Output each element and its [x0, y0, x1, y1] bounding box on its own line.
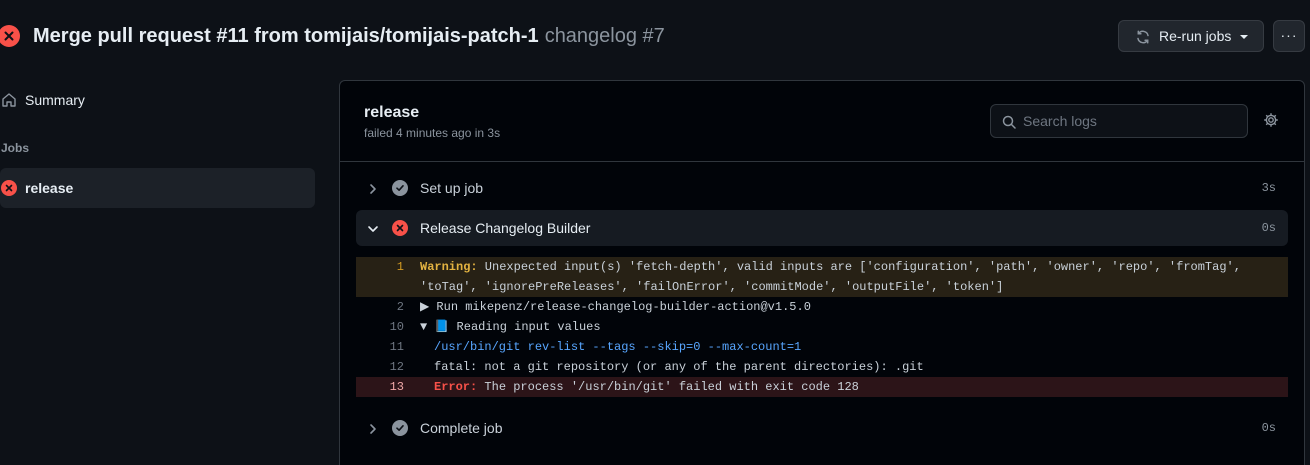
error-prefix: Error: — [434, 380, 478, 394]
log-line-number[interactable]: 11 — [356, 337, 404, 357]
step-label: Release Changelog Builder — [420, 220, 591, 236]
step-set-up-job[interactable]: Set up job 3s — [356, 170, 1288, 206]
log-line: 13 Error: The process '/usr/bin/git' fai… — [356, 377, 1288, 397]
home-icon — [1, 92, 17, 113]
step-log-output: 1 Warning: Unexpected input(s) 'fetch-de… — [356, 257, 1288, 397]
log-line[interactable]: 10 ▼ 📘 Reading input values — [356, 317, 1288, 337]
kebab-horizontal-icon: ··· — [1280, 27, 1298, 43]
step-duration: 3s — [1261, 181, 1276, 195]
step-duration: 0s — [1261, 221, 1276, 235]
sidebar-item-summary[interactable]: Summary — [0, 88, 315, 112]
check-circle-icon — [392, 180, 408, 196]
job-title: release — [364, 104, 420, 121]
log-line: 11 /usr/bin/git rev-list --tags --skip=0… — [356, 337, 1288, 357]
log-command-text: /usr/bin/git rev-list --tags --skip=0 --… — [434, 340, 802, 354]
failure-status-icon — [1, 180, 17, 196]
workflow-name[interactable]: changelog #7 — [545, 25, 665, 47]
chevron-down-icon — [1240, 35, 1248, 39]
search-logs-field[interactable] — [990, 104, 1248, 138]
page-header: Merge pull request #11 from tomijais/tom… — [0, 0, 1310, 72]
warning-prefix: Warning: — [420, 260, 478, 274]
job-log-panel: release failed 4 minutes ago in 3s Set u… — [339, 80, 1305, 465]
log-line[interactable]: 2 ▶ Run mikepenz/release-changelog-build… — [356, 297, 1288, 317]
step-label: Set up job — [420, 180, 484, 196]
chevron-right-icon — [367, 422, 379, 440]
log-line-number[interactable]: 10 — [356, 317, 404, 337]
jobs-heading: Jobs — [1, 141, 30, 155]
log-line: 1 Warning: Unexpected input(s) 'fetch-de… — [356, 257, 1288, 297]
log-line-text: ▶ Run mikepenz/release-changelog-builder… — [420, 300, 811, 314]
workflow-run-title: Merge pull request #11 from tomijais/tom… — [33, 24, 665, 48]
rerun-jobs-label: Re-run jobs — [1159, 28, 1232, 44]
step-complete-job[interactable]: Complete job 0s — [356, 410, 1288, 446]
step-release-changelog-builder[interactable]: Release Changelog Builder 0s — [356, 210, 1288, 246]
step-duration: 0s — [1261, 421, 1276, 435]
failure-status-icon — [392, 220, 408, 236]
log-line-text: fatal: not a git repository (or any of t… — [434, 360, 924, 374]
chevron-down-icon — [367, 222, 379, 240]
sidebar: Summary Jobs release — [0, 80, 320, 465]
gear-icon[interactable] — [1263, 112, 1279, 133]
sync-icon — [1135, 29, 1151, 48]
search-icon — [1001, 114, 1017, 135]
log-line-number[interactable]: 2 — [356, 297, 404, 317]
job-status-meta: failed 4 minutes ago in 3s — [364, 126, 501, 140]
log-line-text: Unexpected input(s) 'fetch-depth', valid… — [420, 260, 1249, 294]
sidebar-item-release[interactable]: release — [0, 168, 315, 208]
log-line-number[interactable]: 12 — [356, 357, 404, 377]
chevron-right-icon — [367, 182, 379, 200]
log-line-number[interactable]: 1 — [356, 257, 404, 277]
sidebar-item-label: release — [25, 180, 74, 196]
search-logs-input[interactable] — [1023, 111, 1238, 131]
log-line-text: The process '/usr/bin/git' failed with e… — [477, 380, 859, 394]
check-circle-icon — [392, 420, 408, 436]
sidebar-item-label: Summary — [25, 92, 85, 108]
log-line-text: ▼ 📘 Reading input values — [420, 320, 601, 334]
failure-status-icon — [0, 25, 20, 47]
run-title-text: Merge pull request #11 from tomijais/tom… — [33, 25, 539, 47]
more-options-button[interactable]: ··· — [1273, 20, 1305, 52]
job-header: release failed 4 minutes ago in 3s — [340, 81, 1304, 162]
log-line: 12 fatal: not a git repository (or any o… — [356, 357, 1288, 377]
log-line-number[interactable]: 13 — [356, 377, 404, 397]
rerun-jobs-button[interactable]: Re-run jobs — [1118, 20, 1264, 52]
step-label: Complete job — [420, 420, 503, 436]
